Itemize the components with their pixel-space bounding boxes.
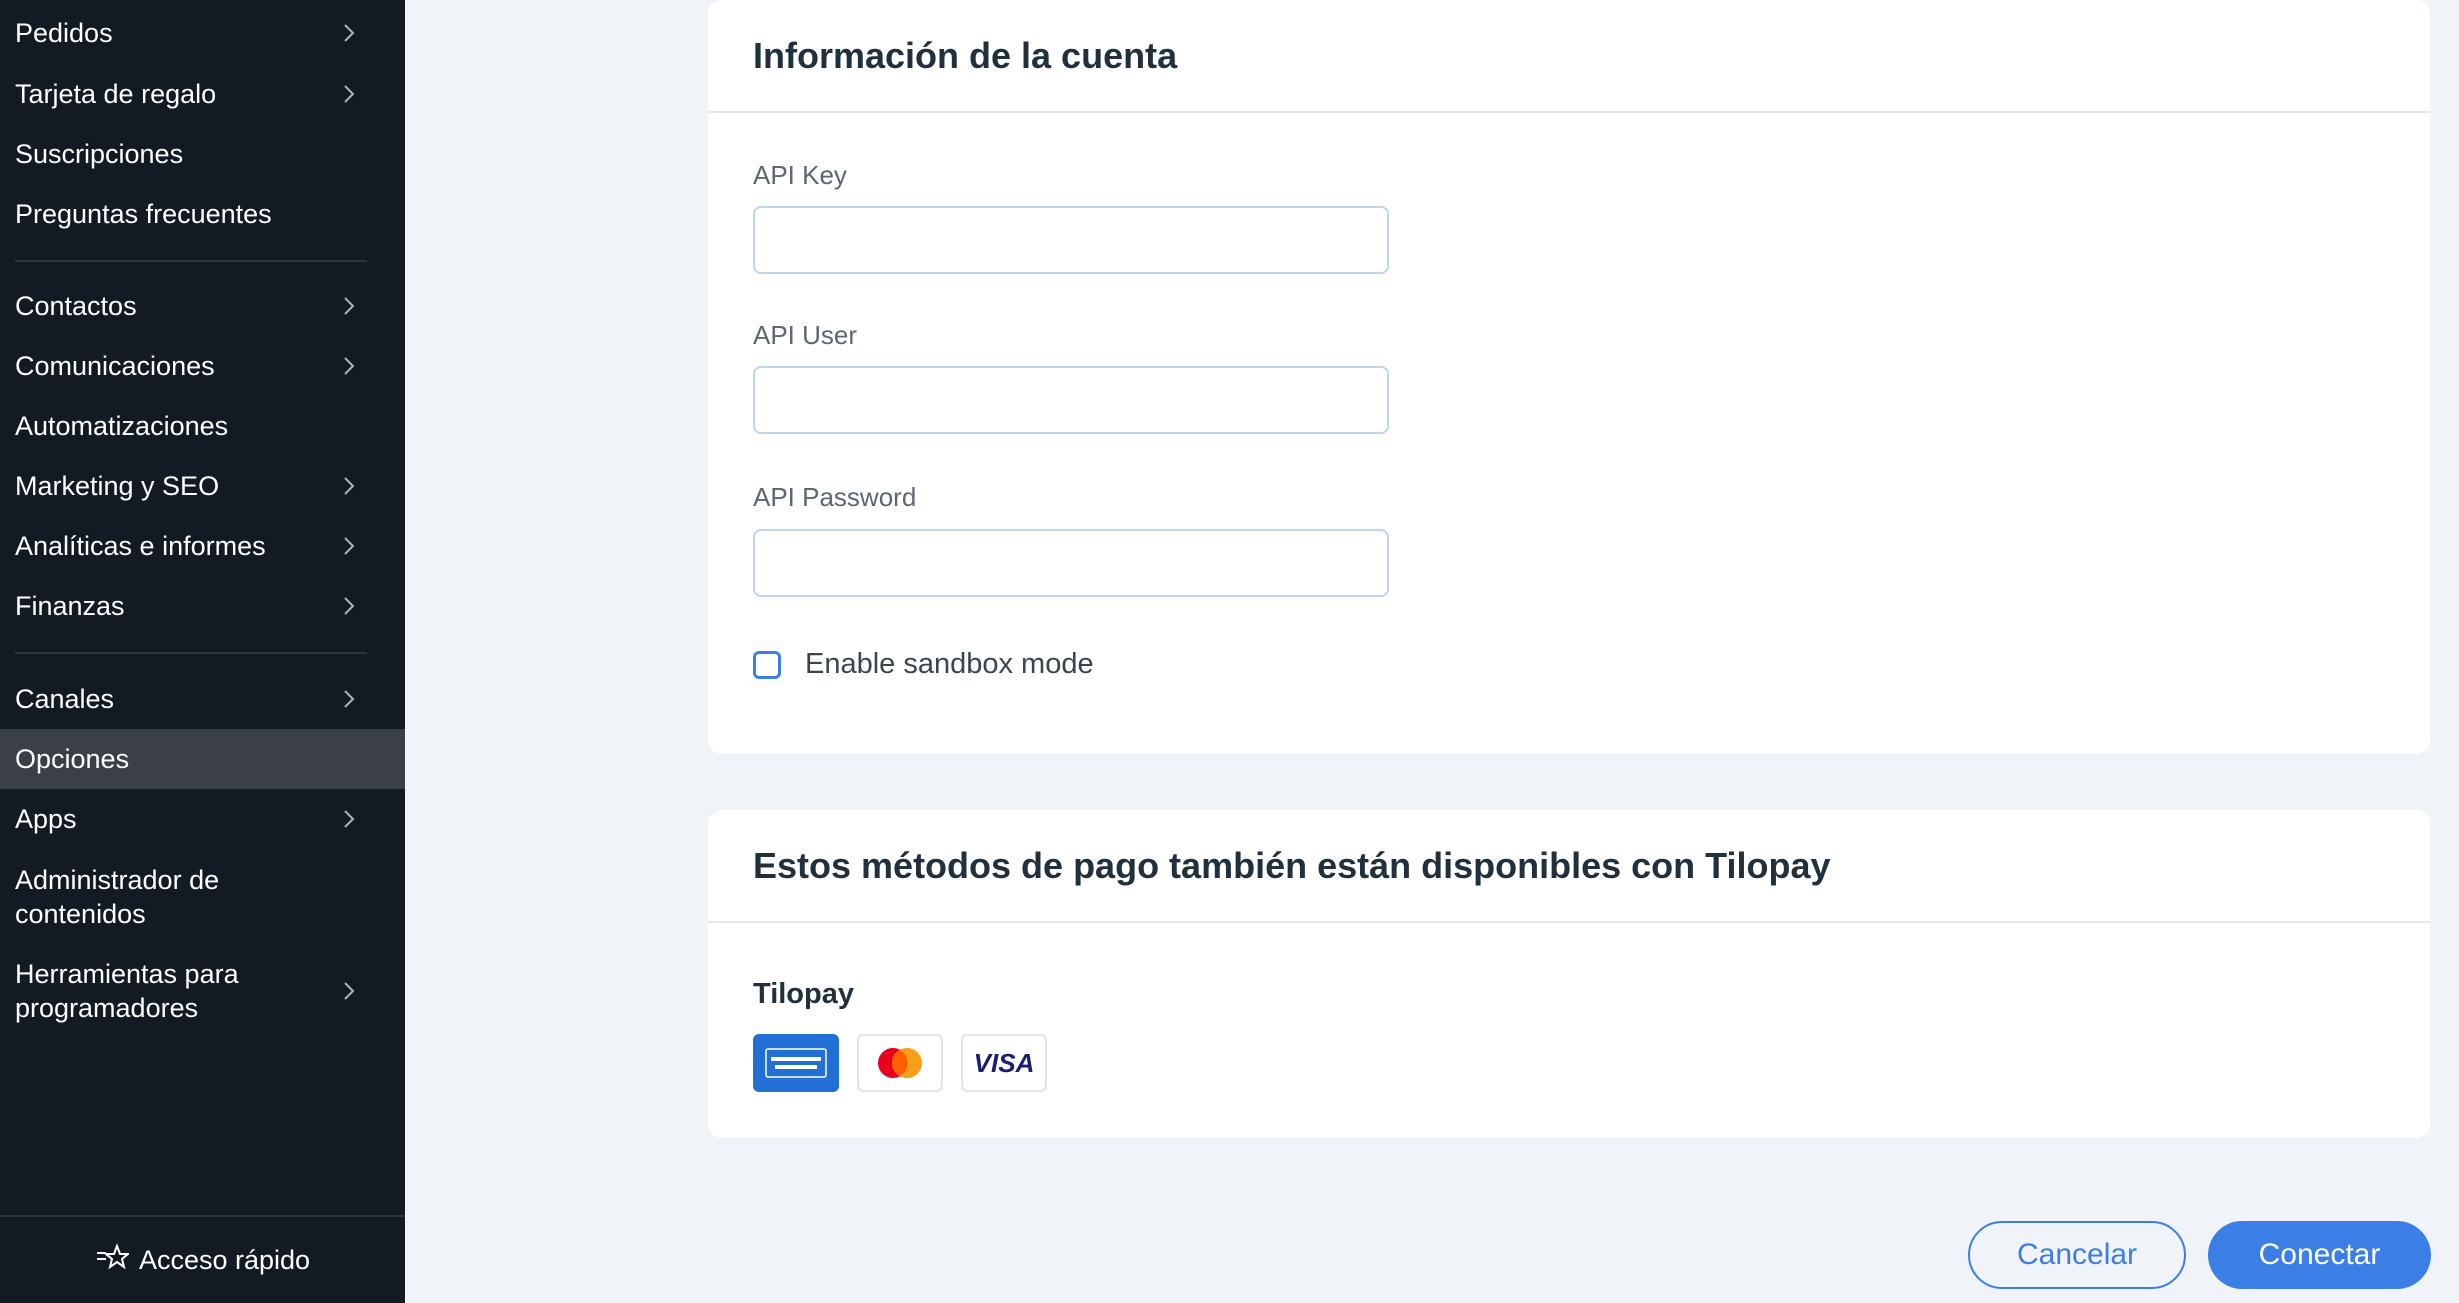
sidebar-item-automatizaciones[interactable]: Automatizaciones [0, 396, 405, 456]
sidebar-item-tarjeta-de-regalo[interactable]: Tarjeta de regalo [0, 64, 405, 124]
mastercard-icon [857, 1034, 943, 1092]
sidebar-item-label: Opciones [15, 743, 130, 774]
sidebar-item-administrador-contenidos[interactable]: Administrador de contenidos [0, 852, 405, 942]
sidebar-item-preguntas-frecuentes[interactable]: Preguntas frecuentes [0, 184, 405, 244]
sidebar-item-label: Tarjeta de regalo [15, 78, 217, 109]
api-password-label: API Password [753, 482, 917, 512]
sidebar-item-comunicaciones[interactable]: Comunicaciones [0, 336, 405, 396]
api-password-input[interactable] [753, 529, 1389, 597]
sidebar-divider [15, 260, 367, 262]
api-user-input[interactable] [753, 366, 1389, 434]
sidebar-item-label: Herramientas para programadores [15, 959, 239, 1023]
api-user-label: API User [753, 320, 858, 350]
sidebar-item-analiticas[interactable]: Analíticas e informes [0, 516, 405, 576]
sandbox-mode-checkbox[interactable] [753, 650, 781, 679]
quick-access-label: Acceso rápido [138, 1244, 311, 1275]
sidebar-divider [15, 652, 367, 654]
sidebar-item-label: Administrador de contenidos [15, 865, 220, 929]
sidebar-item-label: Apps [15, 803, 77, 834]
visa-text: VISA [973, 1047, 1035, 1078]
chevron-right-icon [338, 22, 360, 44]
chevron-right-icon [338, 980, 360, 1002]
payment-icons: VISA [753, 1034, 1047, 1092]
sidebar-item-contactos[interactable]: Contactos [0, 276, 405, 336]
sidebar-item-label: Pedidos [15, 17, 113, 48]
chevron-right-icon [338, 535, 360, 557]
connect-button[interactable]: Conectar [2208, 1221, 2431, 1289]
account-info-card: Información de la cuenta API Key API Use… [708, 0, 2430, 754]
amex-icon [753, 1034, 839, 1092]
sidebar-item-label: Contactos [15, 290, 137, 321]
sandbox-mode-row[interactable]: Enable sandbox mode [753, 648, 1094, 681]
chevron-right-icon [338, 688, 360, 710]
sidebar-item-label: Preguntas frecuentes [15, 198, 272, 229]
quick-access-icon [95, 1242, 131, 1278]
chevron-right-icon [338, 83, 360, 105]
sidebar-item-suscripciones[interactable]: Suscripciones [0, 124, 405, 184]
sidebar-item-apps[interactable]: Apps [0, 789, 405, 849]
api-key-input[interactable] [753, 206, 1389, 274]
chevron-right-icon [338, 595, 360, 617]
sidebar-item-label: Analíticas e informes [15, 530, 266, 561]
sidebar-item-opciones[interactable]: Opciones [0, 729, 405, 789]
sidebar-item-label: Suscripciones [15, 138, 184, 169]
chevron-right-icon [338, 808, 360, 830]
provider-name: Tilopay [753, 978, 854, 1010]
chevron-right-icon [338, 475, 360, 497]
sidebar-item-marketing-seo[interactable]: Marketing y SEO [0, 456, 405, 516]
sidebar-item-canales[interactable]: Canales [0, 669, 405, 729]
sidebar-item-label: Canales [15, 683, 115, 714]
sidebar-item-label: Comunicaciones [15, 350, 215, 381]
sandbox-mode-label: Enable sandbox mode [805, 648, 1094, 680]
quick-access-button[interactable]: Acceso rápido [0, 1215, 405, 1303]
api-key-label: API Key [753, 160, 847, 190]
payment-methods-card: Estos métodos de pago también están disp… [708, 810, 2430, 1138]
sidebar-item-finanzas[interactable]: Finanzas [0, 576, 405, 636]
chevron-right-icon [338, 355, 360, 377]
sidebar: Pedidos Tarjeta de regalo Suscripciones … [0, 0, 405, 1303]
sidebar-item-label: Finanzas [15, 590, 125, 621]
payment-methods-title: Estos métodos de pago también están disp… [708, 810, 2430, 923]
sidebar-item-herramientas-programadores[interactable]: Herramientas para programadores [0, 946, 405, 1036]
chevron-right-icon [338, 295, 360, 317]
sidebar-item-label: Automatizaciones [15, 410, 229, 441]
sidebar-item-pedidos[interactable]: Pedidos [0, 3, 405, 63]
sidebar-item-label: Marketing y SEO [15, 470, 220, 501]
cancel-button[interactable]: Cancelar [1968, 1221, 2186, 1289]
account-info-title: Información de la cuenta [708, 0, 2430, 113]
visa-icon: VISA [961, 1034, 1047, 1092]
